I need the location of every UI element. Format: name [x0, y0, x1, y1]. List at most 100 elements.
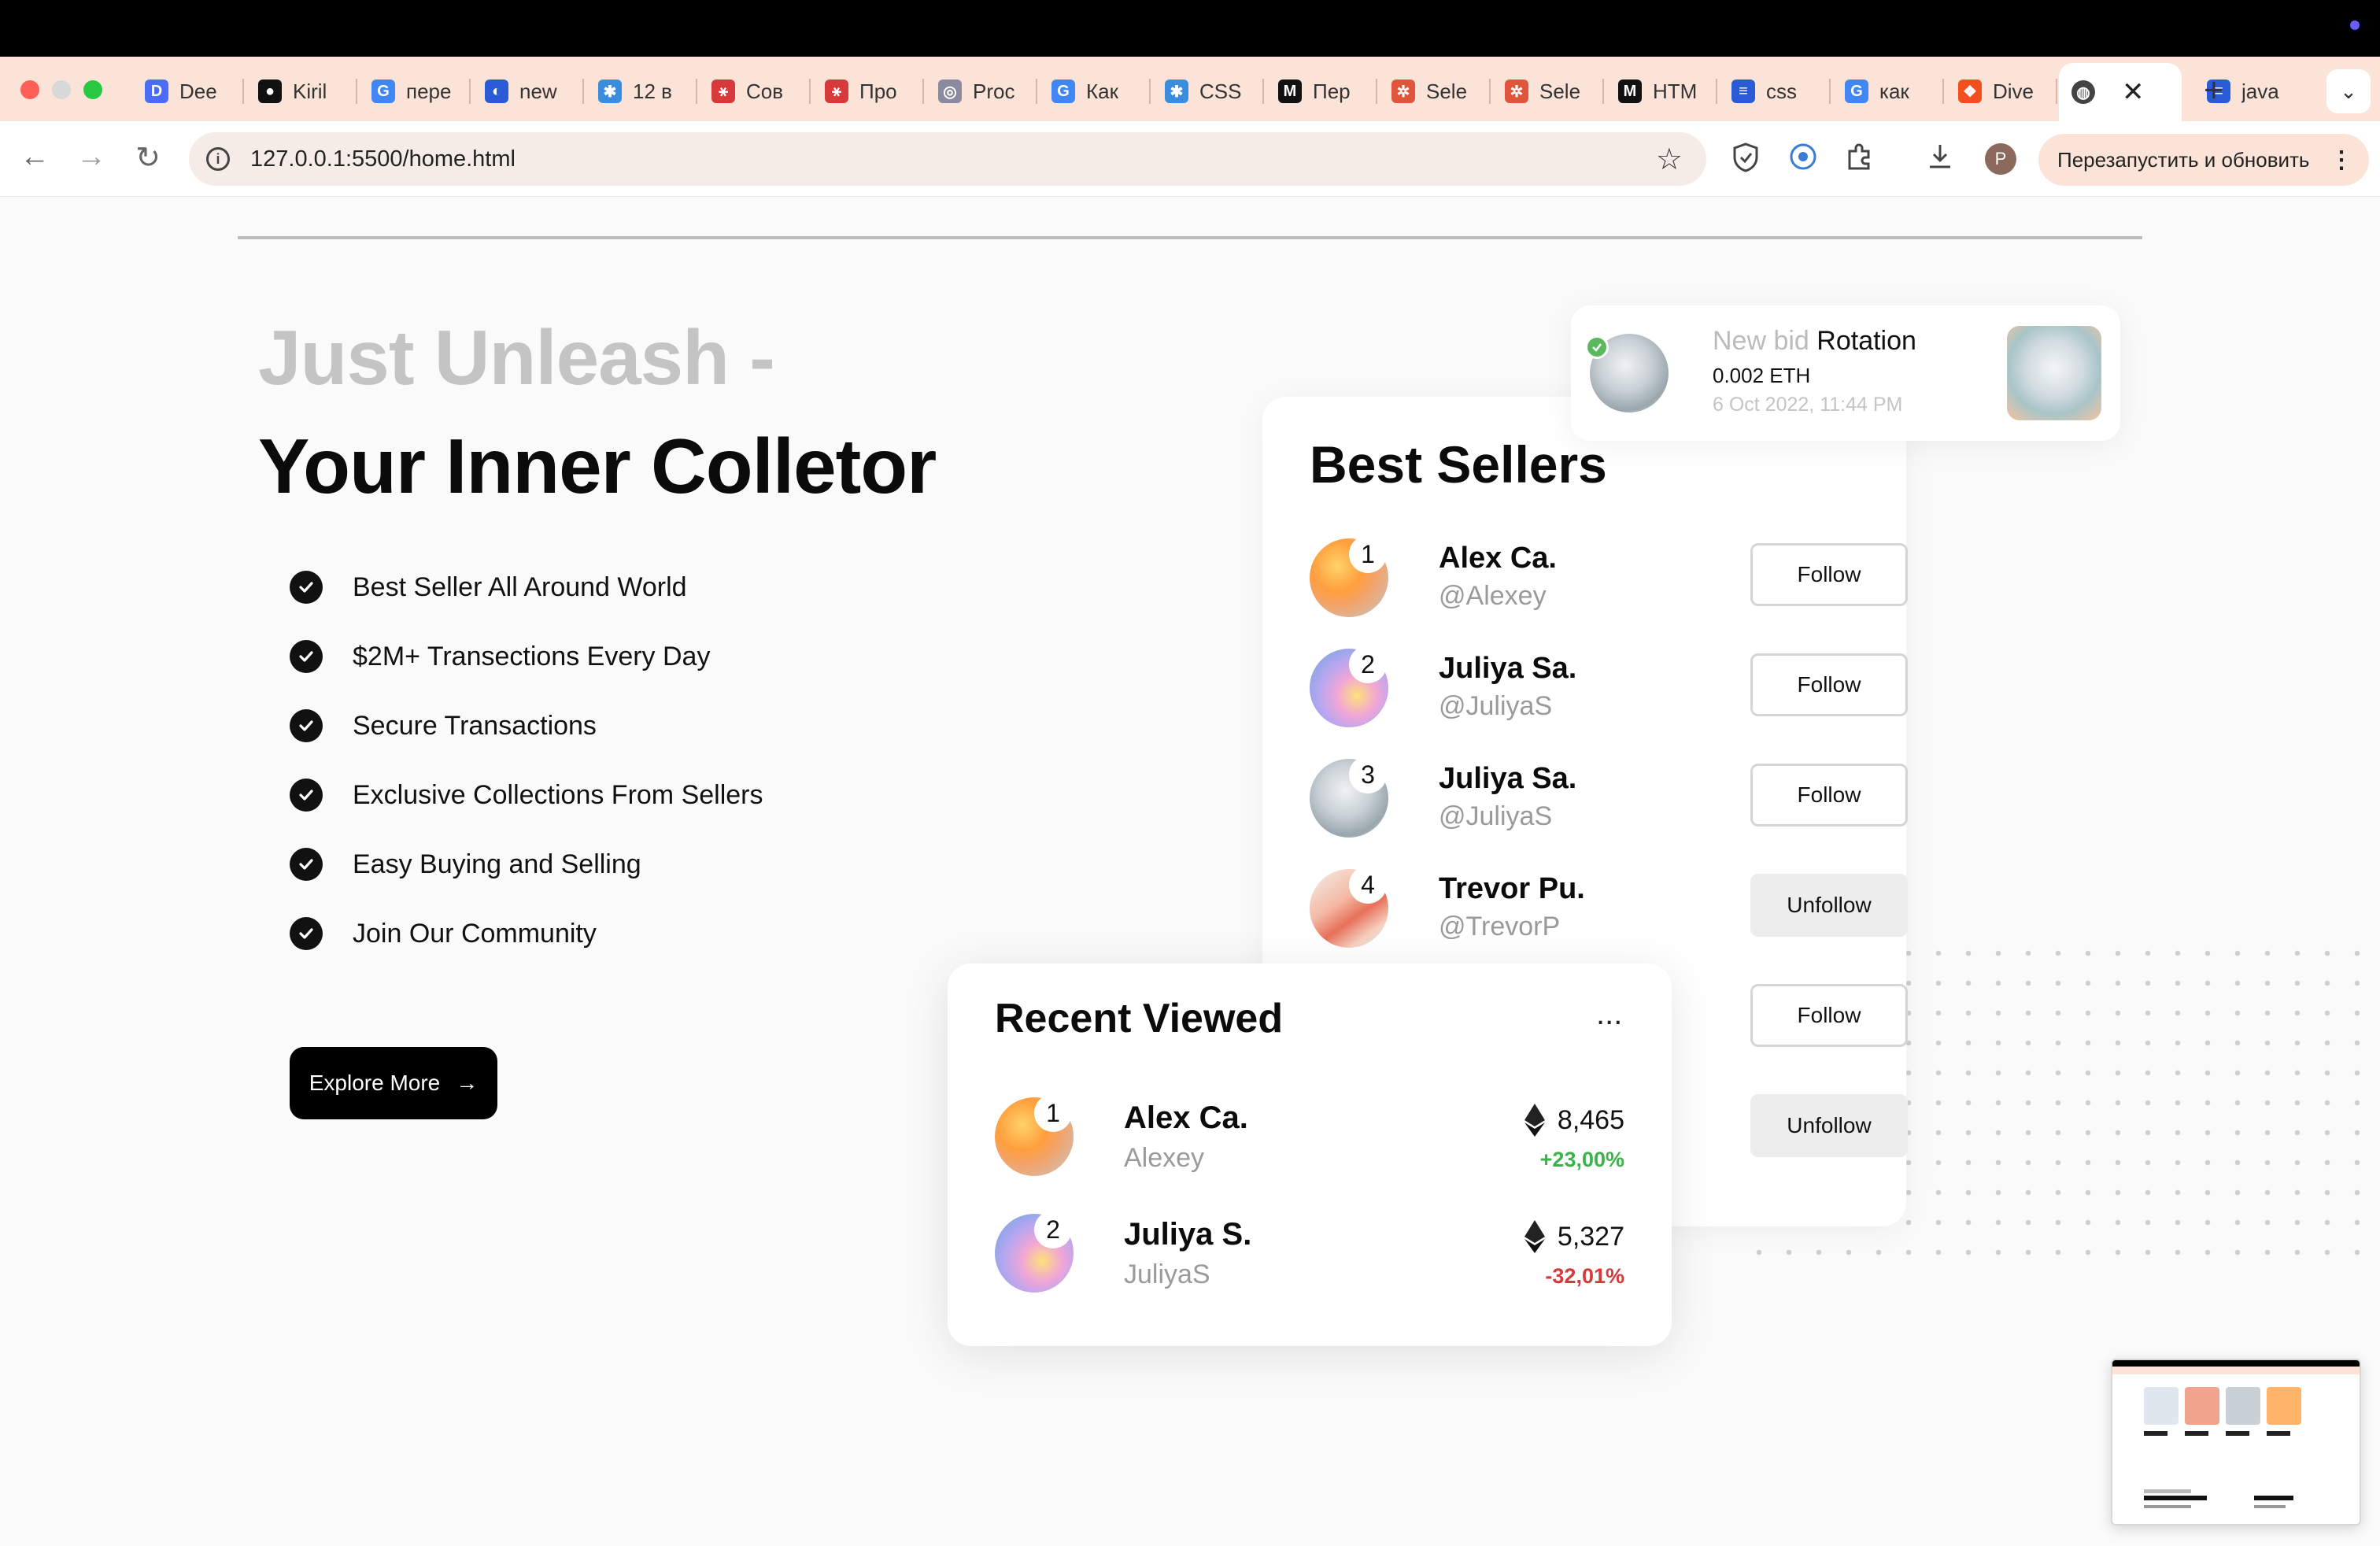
follow-button[interactable]: Follow [1750, 653, 1908, 716]
seller-handle: @Alexey [1439, 581, 1547, 611]
tab-separator [242, 79, 244, 104]
profile-avatar[interactable]: P [1985, 143, 2016, 175]
tab-favicon-icon: ✲ [1505, 80, 1528, 103]
tab-favicon-icon: M [1278, 80, 1302, 103]
close-tab-icon[interactable]: ✕ [2122, 76, 2145, 108]
restart-update-label: Перезапустить и обновить [2057, 147, 2310, 172]
window-minimize-button[interactable] [52, 80, 71, 99]
tab-search-button[interactable]: ⌄ [2326, 69, 2371, 113]
explore-more-button[interactable]: Explore More → [290, 1047, 497, 1119]
reload-button[interactable]: ↻ [129, 140, 167, 176]
window-close-button[interactable] [20, 80, 39, 99]
follow-button[interactable]: Follow [1750, 543, 1908, 606]
check-circle-icon [290, 709, 323, 742]
tab-12[interactable]: ✲ Sele [1492, 68, 1599, 115]
browser-menu-icon[interactable]: ⋮ [2330, 146, 2353, 174]
hero-title: Your Inner Colletor [258, 423, 937, 509]
feature-list: Best Seller All Around World $2M+ Transec… [290, 553, 763, 968]
unfollow-button[interactable]: Unfollow [1750, 874, 1908, 937]
recent-viewed-title: Recent Viewed [995, 996, 1284, 1041]
tab-label: Про [859, 79, 897, 103]
tab-0[interactable]: D Dee [132, 68, 239, 115]
tab-separator [809, 79, 811, 104]
tab-label: Sele [1539, 79, 1581, 103]
bookmark-star-icon[interactable]: ☆ [1656, 142, 1683, 177]
tab-favicon-icon: ✱ [1165, 80, 1188, 103]
new-tab-button[interactable]: + [2204, 71, 2224, 110]
tab-separator [1489, 79, 1491, 104]
feature-text: Secure Transactions [353, 710, 597, 741]
more-options-icon[interactable]: ... [1596, 997, 1622, 1032]
tab-10[interactable]: M Пер [1266, 68, 1373, 115]
seller-rank: 1 [1349, 535, 1387, 573]
tab-7[interactable]: ◎ Proc [926, 68, 1033, 115]
best-sellers-title: Best Sellers [1310, 435, 1607, 494]
recent-item[interactable]: 2 Juliya S. JuliyaS 5,327 -32,01% [995, 1211, 1624, 1300]
tab-active[interactable]: ◍ ✕ [2059, 63, 2182, 121]
tab-label: Dive [1993, 79, 2034, 103]
check-circle-icon [290, 848, 323, 881]
tab-15[interactable]: Gкак [1832, 68, 1939, 115]
tab-9[interactable]: ✱ CSS [1152, 68, 1259, 115]
tab-label: 12 в [633, 79, 672, 103]
seller-name[interactable]: Juliya Sa. [1439, 762, 1576, 796]
feature-item: Join Our Community [290, 899, 763, 968]
forward-button[interactable]: → [72, 140, 110, 174]
follow-button[interactable]: Follow [1750, 764, 1908, 827]
recent-name: Juliya S. [1124, 1217, 1252, 1252]
seller-name[interactable]: Trevor Pu. [1439, 872, 1585, 906]
seller-row: 4 Trevor Pu. @TrevorP Unfollow [1310, 866, 1908, 956]
recent-value: 5,327 [1524, 1220, 1624, 1253]
follow-button[interactable]: Follow [1750, 984, 1908, 1047]
seller-row: 3 Juliya Sa. @JuliyaS Follow [1310, 756, 1908, 845]
unfollow-button[interactable]: Unfollow [1750, 1094, 1908, 1157]
seller-name[interactable]: Alex Ca. [1439, 542, 1557, 575]
new-bid-card[interactable]: New bid Rotation 0.002 ETH 6 Oct 2022, 1… [1571, 305, 2120, 441]
screenshot-thumbnail[interactable] [2111, 1359, 2361, 1526]
back-button[interactable]: ← [16, 140, 54, 174]
feature-item: Secure Transactions [290, 691, 763, 760]
tab-1[interactable]: ● Kiril [246, 68, 353, 115]
tab-3[interactable]: ◐ new [472, 68, 579, 115]
tab-13[interactable]: M HTM [1606, 68, 1713, 115]
hero-subtitle: Just Unleash - [258, 314, 775, 401]
downloads-icon[interactable] [1925, 142, 1955, 179]
recent-item[interactable]: 1 Alex Ca. Alexey 8,465 +23,00% [995, 1094, 1624, 1184]
seller-rank: 4 [1349, 866, 1387, 904]
tab-11[interactable]: ✲ Sele [1379, 68, 1486, 115]
shield-extension-icon[interactable] [1731, 142, 1760, 180]
tab-separator [1829, 79, 1831, 104]
bid-item-name: Rotation [1816, 326, 1916, 356]
globe-icon: ◍ [2071, 80, 2095, 104]
ethereum-icon [1524, 1104, 1545, 1137]
tab-favicon-icon: M [1618, 80, 1642, 103]
recent-value-amount: 5,327 [1557, 1221, 1624, 1252]
seller-name[interactable]: Juliya Sa. [1439, 652, 1576, 686]
extensions-puzzle-icon[interactable] [1845, 142, 1875, 179]
tab-4[interactable]: ✱ 12 в [586, 68, 693, 115]
tab-2[interactable]: Gпере [359, 68, 466, 115]
site-info-icon[interactable]: i [206, 147, 230, 171]
tab-16[interactable]: ❖ Dive [1946, 68, 2053, 115]
window-zoom-button[interactable] [83, 80, 102, 99]
tab-separator [582, 79, 584, 104]
tab-8[interactable]: G Как [1039, 68, 1146, 115]
feature-text: Easy Buying and Selling [353, 849, 641, 879]
bid-price: 0.002 ETH [1713, 364, 1811, 387]
tab-label: Proc [973, 79, 1015, 103]
tab-6[interactable]: ⚹ Про [812, 68, 919, 115]
tab-14[interactable]: ≡ css [1719, 68, 1826, 115]
tab-separator [2056, 79, 2057, 104]
tab-favicon-icon: ◎ [938, 80, 962, 103]
recent-rank: 2 [1034, 1211, 1072, 1248]
tab-separator [356, 79, 357, 104]
translate-extension-icon[interactable] [1788, 142, 1818, 179]
seller-row: 1 Alex Ca. @Alexey Follow [1310, 535, 1908, 625]
check-circle-icon [290, 917, 323, 950]
address-bar[interactable]: i 127.0.0.1:5500/home.html ☆ [189, 132, 1706, 186]
recent-change: +23,00% [1539, 1148, 1624, 1171]
tab-5[interactable]: ⚹ Сов [699, 68, 806, 115]
tab-separator [1149, 79, 1151, 104]
restart-update-button[interactable]: Перезапустить и обновить ⋮ [2038, 134, 2369, 186]
tab-label: HTM [1653, 79, 1698, 103]
